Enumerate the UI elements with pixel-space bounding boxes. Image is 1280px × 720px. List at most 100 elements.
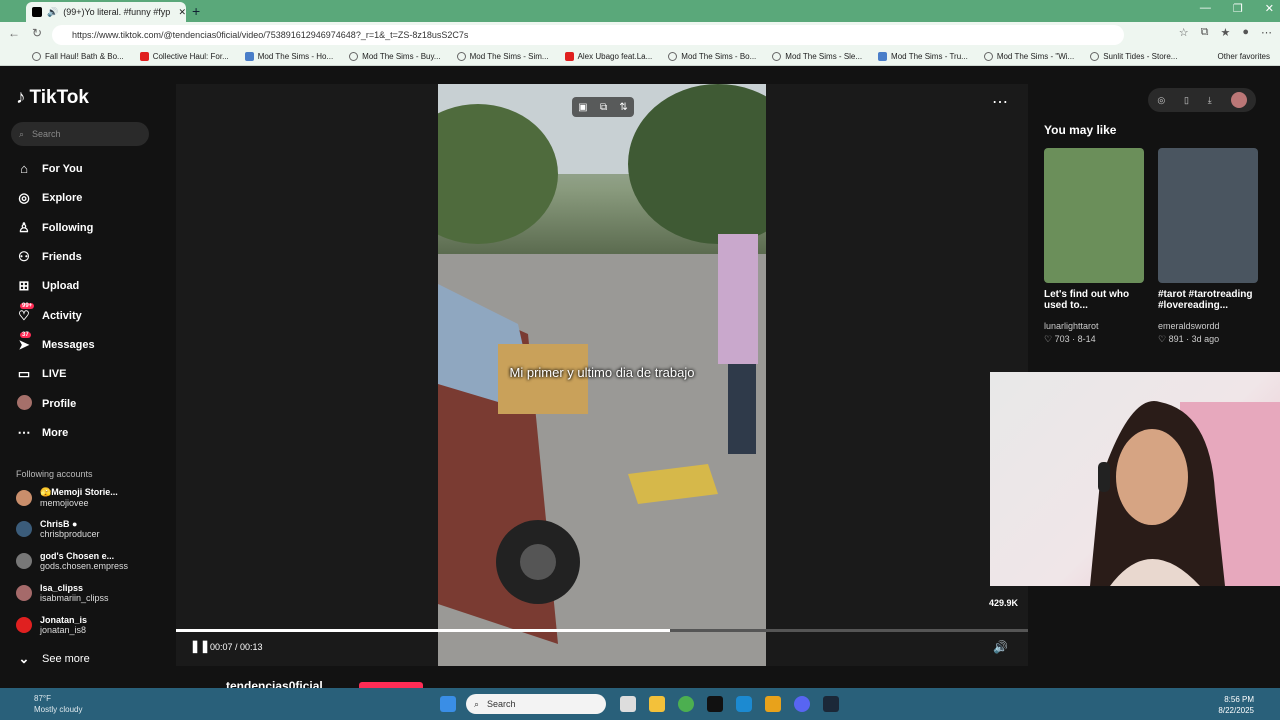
account-text: Isa_clipss isabmariin_clipss <box>40 583 109 603</box>
following-account[interactable]: Jonatan_is jonatan_is8 <box>16 615 87 635</box>
recommended-video-user[interactable]: lunarlighttarot <box>1044 321 1099 331</box>
streamer-image <box>1090 401 1280 586</box>
account-name: god's Chosen e... <box>40 551 115 561</box>
video-top-controls: ▣ ⧉ ⇅ <box>572 97 634 117</box>
following-account[interactable]: ChrisB ● chrisbproducer <box>16 519 100 539</box>
account-handle: jonatan_is8 <box>40 625 87 635</box>
search-icon: ⌕ <box>19 128 25 139</box>
steam-icon[interactable] <box>823 696 839 712</box>
sidebar-item-explore[interactable]: ◎ Explore <box>16 190 82 206</box>
browser-tab[interactable]: 🔊 (99+)Yo literal. #funny #fyp ✕ <box>26 2 186 22</box>
sidebar-item-live[interactable]: ▭ LIVE <box>16 366 67 382</box>
youtube-icon <box>564 52 574 61</box>
refresh-icon[interactable]: ↻ <box>32 26 42 40</box>
sidebar-item-label: Profile <box>42 398 77 411</box>
download-icon[interactable]: ⤓ <box>1208 95 1212 106</box>
bookmark-item[interactable]: Alex Ubago feat.La... <box>564 52 653 61</box>
video-progress-bar[interactable] <box>176 629 1028 632</box>
back-icon[interactable]: ← <box>8 26 20 40</box>
sidebar-item-messages[interactable]: ➤ 37 Messages <box>16 331 95 353</box>
search-input[interactable]: ⌕ Search <box>11 122 149 146</box>
music-note-icon: ♪ <box>16 87 26 108</box>
close-window-icon[interactable]: ✕ <box>1265 2 1274 15</box>
pause-icon[interactable]: ❚❚ <box>190 639 210 653</box>
bookmark-item[interactable]: Fall Haul! Bath & Bo... <box>32 52 124 61</box>
recommended-video-title[interactable]: #tarot #tarotreading #lovereading... <box>1158 289 1268 311</box>
account-text: Jonatan_is jonatan_is8 <box>40 615 87 635</box>
file-explorer-icon[interactable] <box>649 696 665 712</box>
bookmark-label: Mod The Sims - Buy... <box>362 52 441 61</box>
sidebar-item-upload[interactable]: ⊞ Upload <box>16 278 80 294</box>
volume-icon[interactable]: 🔊 <box>993 640 1008 654</box>
recommended-video-user[interactable]: emeraldswordd <box>1158 321 1220 331</box>
discord-icon[interactable] <box>794 696 810 712</box>
app-icon[interactable] <box>707 696 723 712</box>
profile-icon[interactable]: ● <box>1242 26 1249 39</box>
speaker-icon[interactable]: 🔊 <box>47 7 58 18</box>
video-stage[interactable]: Mi primer y ultimo dia de trabajo ▣ ⧉ ⇅ … <box>176 84 1028 700</box>
sidebar-item-friends[interactable]: ⚇ Friends <box>16 249 82 265</box>
other-favorites[interactable]: Other favorites <box>1218 52 1270 61</box>
sidebar-item-for-you[interactable]: ⌂ For You <box>16 161 82 176</box>
close-tab-icon[interactable]: ✕ <box>178 7 186 18</box>
bookmark-item[interactable]: Mod The Sims - Ho... <box>244 52 333 61</box>
post-date: 8-14 <box>1077 334 1096 344</box>
taskbar-clock[interactable]: 8:56 PM 8/22/2025 <box>1218 694 1254 716</box>
sidebar-item-profile[interactable]: Profile <box>16 395 76 413</box>
video-frame[interactable]: Mi primer y ultimo dia de trabajo <box>438 84 766 666</box>
browser-toolbar: ← ↻ https://www.tiktok.com/@tendencias0f… <box>0 22 1280 48</box>
recommended-video-title[interactable]: Let's find out who used to... <box>1044 289 1154 311</box>
recommended-video-thumbnail[interactable] <box>1044 148 1144 283</box>
bookmark-item[interactable]: Mod The Sims - Bo... <box>668 52 756 61</box>
windows-start-icon[interactable] <box>440 696 456 712</box>
task-view-icon[interactable] <box>620 696 636 712</box>
edge-icon[interactable] <box>736 696 752 712</box>
following-account[interactable]: Isa_clipss isabmariin_clipss <box>16 583 109 603</box>
minimize-icon[interactable]: — <box>1200 2 1211 15</box>
sidebar-item-following[interactable]: ♙ Following <box>16 220 93 236</box>
menu-icon[interactable]: ⋯ <box>1261 26 1272 39</box>
following-account[interactable]: 🫣Memoji Storie... memojiovee <box>16 487 118 508</box>
bookmark-label: Alex Ubago feat.La... <box>577 52 653 61</box>
like-count: 703 <box>1054 334 1070 344</box>
following-account[interactable]: god's Chosen e... gods.chosen.empress <box>16 551 128 571</box>
compass-icon: ◎ <box>18 190 30 206</box>
bookmark-item[interactable]: Mod The Sims - Buy... <box>349 52 441 61</box>
video-progress-fill <box>176 629 671 632</box>
bookmark-item[interactable]: Mod The Sims - Sim... <box>456 52 549 61</box>
device-icon[interactable]: ▯ <box>1184 95 1189 106</box>
recommended-video-stats: ♡ 703 · 8-14 <box>1044 334 1096 344</box>
star-icon[interactable]: ☆ <box>1179 26 1189 39</box>
modthesims-icon <box>244 52 254 61</box>
tiktok-logo[interactable]: ♪ TikTok <box>16 87 89 109</box>
following-accounts-heading: Following accounts <box>16 469 93 479</box>
bookmark-item[interactable]: Sunlit Tides - Store... <box>1090 52 1177 61</box>
avatar[interactable] <box>1230 92 1247 108</box>
sidebar-item-more[interactable]: ⋯ More <box>16 425 69 441</box>
app-icon[interactable] <box>765 696 781 712</box>
miniplayer-icon[interactable]: ▣ <box>578 102 587 113</box>
bookmark-item[interactable]: Collective Haul: For... <box>139 52 229 61</box>
chrome-icon[interactable] <box>678 696 694 712</box>
taskbar-search[interactable]: ⌕ Search <box>466 694 606 714</box>
weather-widget[interactable]: 87°F Mostly cloudy <box>34 693 82 715</box>
address-bar[interactable]: https://www.tiktok.com/@tendencias0ficia… <box>52 25 1124 45</box>
new-tab-button[interactable]: + <box>192 3 200 19</box>
post-date: 3d ago <box>1191 334 1220 344</box>
bookmark-item[interactable]: Mod The Sims - Tru... <box>878 52 968 61</box>
maximize-icon[interactable]: ❐ <box>1233 2 1243 15</box>
compass-icon[interactable]: ◎ <box>1157 95 1165 106</box>
auto-scroll-icon[interactable]: ⇅ <box>619 102 627 113</box>
see-more-button[interactable]: ⌄ See more <box>16 651 90 667</box>
sidebar-item-label: Friends <box>42 250 82 263</box>
recommended-video-thumbnail[interactable] <box>1158 148 1258 283</box>
picture-in-picture-icon[interactable]: ⧉ <box>600 102 607 113</box>
more-options-icon[interactable]: ⋯ <box>992 92 1008 112</box>
url-text: https://www.tiktok.com/@tendencias0ficia… <box>72 30 469 40</box>
bookmark-item[interactable]: Mod The Sims - "Wi... <box>983 52 1074 61</box>
extensions-icon[interactable]: ⧉ <box>1201 26 1209 39</box>
favorites-icon[interactable]: ★ <box>1220 26 1230 39</box>
sidebar-item-activity[interactable]: ♡ 99+ Activity <box>16 302 82 324</box>
bookmark-label: Mod The Sims - Tru... <box>891 52 968 61</box>
bookmark-item[interactable]: Mod The Sims - Sle... <box>772 52 862 61</box>
